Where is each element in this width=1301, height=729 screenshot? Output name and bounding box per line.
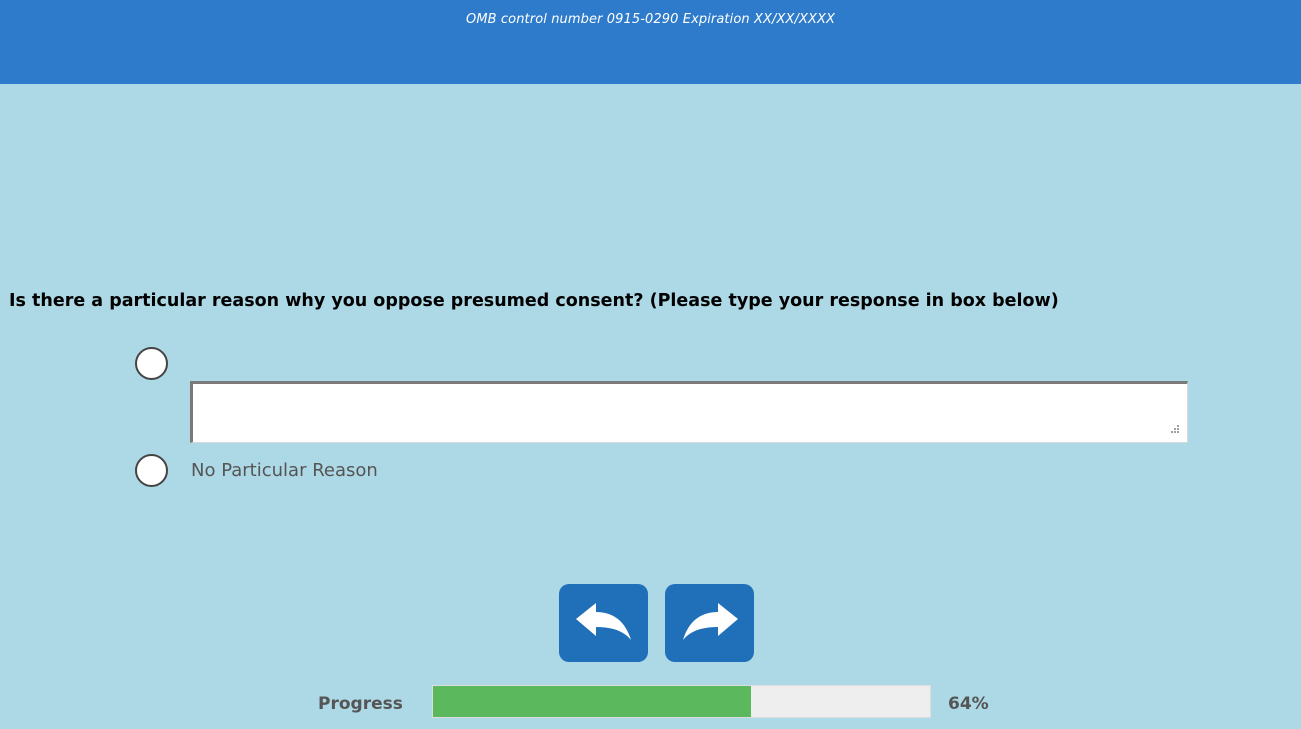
progress-label: Progress [318, 694, 403, 714]
option-label-no-particular-reason[interactable]: No Particular Reason [191, 460, 378, 481]
header-bar: OMB control number 0915-0290 Expiration … [0, 0, 1301, 84]
resize-grip-icon[interactable] [1166, 422, 1180, 436]
progress-percent: 64% [948, 694, 989, 714]
progress-fill [433, 686, 752, 717]
forward-arrow-icon [682, 603, 738, 640]
omb-control-text: OMB control number 0915-0290 Expiration … [466, 12, 835, 27]
radio-no-particular-reason[interactable] [135, 454, 168, 487]
back-button[interactable] [559, 584, 648, 662]
question-text: Is there a particular reason why you opp… [9, 291, 1059, 311]
radio-other-reason[interactable] [135, 347, 168, 380]
reason-text-input[interactable] [190, 381, 1188, 443]
next-button[interactable] [665, 584, 754, 662]
back-arrow-icon [575, 603, 631, 640]
progress-bar [432, 685, 931, 718]
